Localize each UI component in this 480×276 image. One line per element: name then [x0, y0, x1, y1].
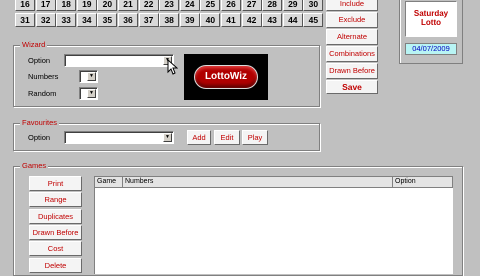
- number-ball[interactable]: 27: [241, 0, 262, 11]
- wizard-option-label: Option: [28, 56, 51, 65]
- add-favourite-button[interactable]: Add: [187, 130, 211, 145]
- lotto-title-line2: Lotto: [421, 18, 441, 27]
- number-ball[interactable]: 29: [282, 0, 303, 11]
- number-ball[interactable]: 17: [35, 0, 56, 11]
- number-ball[interactable]: 18: [56, 0, 77, 11]
- combinations-button[interactable]: Combinations: [326, 46, 378, 62]
- number-ball[interactable]: 31: [15, 13, 35, 27]
- number-ball[interactable]: 43: [262, 13, 283, 27]
- number-ball[interactable]: 38: [159, 13, 180, 27]
- cost-button[interactable]: Cost: [29, 241, 82, 257]
- drawn-before-games-button[interactable]: Drawn Before: [29, 224, 82, 240]
- lotto-title-box: Saturday Lotto: [405, 1, 457, 37]
- favourites-option-combo[interactable]: ▼: [64, 131, 174, 144]
- number-ball[interactable]: 30: [303, 0, 324, 11]
- number-ball[interactable]: 35: [97, 13, 118, 27]
- delete-button[interactable]: Delete: [29, 257, 82, 273]
- duplicates-button[interactable]: Duplicates: [29, 208, 82, 224]
- lotto-panel: Saturday Lotto 04/07/2009: [399, 0, 463, 64]
- number-ball[interactable]: 44: [282, 13, 303, 27]
- edit-favourite-button[interactable]: Edit: [214, 130, 240, 145]
- games-list[interactable]: Game Numbers Option: [94, 176, 453, 274]
- include-button[interactable]: Include: [326, 0, 378, 11]
- number-ball[interactable]: 28: [262, 0, 283, 11]
- number-ball[interactable]: 21: [118, 0, 138, 11]
- number-ball[interactable]: 23: [159, 0, 180, 11]
- lotto-title-line1: Saturday: [413, 9, 449, 18]
- number-ball[interactable]: 25: [200, 0, 221, 11]
- number-ball[interactable]: 19: [76, 0, 97, 11]
- number-ball[interactable]: 26: [221, 0, 241, 11]
- wizard-title: Wizard: [20, 40, 48, 49]
- favourites-option-label: Option: [28, 133, 51, 142]
- mouse-cursor-icon: [167, 59, 178, 75]
- number-ball[interactable]: 41: [221, 13, 241, 27]
- number-ball[interactable]: 33: [56, 13, 77, 27]
- play-favourite-button[interactable]: Play: [242, 130, 268, 145]
- dropdown-arrow-icon[interactable]: ▼: [87, 89, 96, 98]
- range-button[interactable]: Range: [29, 192, 82, 208]
- number-ball[interactable]: 16: [15, 0, 35, 11]
- random-label: Random: [28, 89, 57, 98]
- column-header-numbers[interactable]: Numbers: [123, 177, 393, 188]
- dropdown-arrow-icon[interactable]: ▼: [163, 133, 172, 142]
- dropdown-arrow-icon[interactable]: ▼: [87, 72, 96, 81]
- column-header-game[interactable]: Game: [95, 177, 123, 188]
- drawn-before-button[interactable]: Drawn Before: [326, 63, 378, 79]
- numbers-combo[interactable]: ▼: [79, 70, 98, 83]
- number-ball[interactable]: 20: [97, 0, 118, 11]
- number-ball[interactable]: 42: [241, 13, 262, 27]
- print-button[interactable]: Print: [29, 176, 82, 191]
- wizard-option-combo[interactable]: ▼: [64, 54, 174, 67]
- lottowiz-logo-badge: LottoWiz: [194, 65, 258, 89]
- number-ball[interactable]: 37: [138, 13, 159, 27]
- exclude-button[interactable]: Exclude: [326, 12, 378, 28]
- favourites-title: Favourites: [20, 118, 60, 127]
- number-ball[interactable]: 39: [179, 13, 200, 27]
- games-title: Games: [20, 161, 49, 170]
- save-button[interactable]: Save: [326, 80, 378, 94]
- number-ball[interactable]: 24: [179, 0, 200, 11]
- lottowiz-logo: LottoWiz: [184, 54, 268, 100]
- number-ball[interactable]: 45: [303, 13, 324, 27]
- number-ball[interactable]: 36: [118, 13, 138, 27]
- column-header-option[interactable]: Option: [393, 177, 453, 188]
- number-ball[interactable]: 34: [76, 13, 97, 27]
- number-ball[interactable]: 22: [138, 0, 159, 11]
- alternate-button[interactable]: Alternate: [326, 29, 378, 45]
- number-ball[interactable]: 32: [35, 13, 56, 27]
- number-ball[interactable]: 40: [200, 13, 221, 27]
- draw-date: 04/07/2009: [405, 43, 457, 55]
- random-combo[interactable]: ▼: [79, 87, 98, 100]
- numbers-label: Numbers: [28, 72, 59, 81]
